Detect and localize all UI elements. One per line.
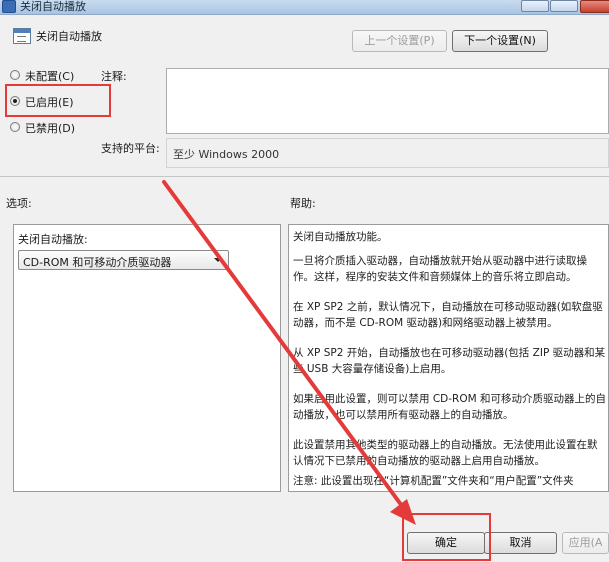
close-button[interactable] bbox=[580, 0, 609, 13]
cancel-button[interactable]: 取消 bbox=[484, 532, 557, 554]
radio-label: 已禁用(D) bbox=[25, 122, 76, 135]
title-bar: 关闭自动播放 bbox=[0, 0, 609, 15]
minimize-button[interactable] bbox=[521, 0, 549, 12]
platform-field: 至少 Windows 2000 bbox=[166, 138, 609, 168]
chevron-down-icon bbox=[214, 258, 222, 262]
help-paragraph: 在 XP SP2 之前，默认情况下，自动播放在可移动驱动器(如软盘驱动器，而不是… bbox=[293, 301, 603, 329]
section-divider bbox=[0, 176, 609, 177]
setting-title: 关闭自动播放 bbox=[36, 30, 102, 43]
options-section-label: 选项: bbox=[6, 197, 32, 210]
platform-label: 支持的平台: bbox=[101, 142, 160, 155]
help-paragraph: 此设置禁用其他类型的驱动器上的自动播放。无法使用此设置在默认情况下已禁用的自动播… bbox=[293, 439, 598, 467]
ok-button[interactable]: 确定 bbox=[407, 532, 485, 554]
policy-icon bbox=[2, 0, 16, 13]
platform-value: 至少 Windows 2000 bbox=[173, 148, 280, 161]
help-paragraph: 从 XP SP2 开始，自动播放也在可移动驱动器(包括 ZIP 驱动器和某些 U… bbox=[293, 347, 606, 375]
help-paragraph: 注意: 此设置出现在“计算机配置”文件夹和“用户配置”文件夹 bbox=[293, 475, 574, 487]
radio-label: 已启用(E) bbox=[25, 96, 74, 109]
help-paragraph: 关闭自动播放功能。 bbox=[293, 231, 388, 243]
help-paragraph: 一旦将介质插入驱动器，自动播放就开始从驱动器中进行读取操作。这样，程序的安装文件… bbox=[293, 255, 587, 283]
comment-textarea[interactable] bbox=[166, 68, 609, 134]
radio-button[interactable] bbox=[10, 70, 20, 80]
options-panel: 关闭自动播放: CD-ROM 和可移动介质驱动器 bbox=[13, 224, 281, 492]
help-paragraph: 如果启用此设置，则可以禁用 CD-ROM 和可移动介质驱动器上的自动播放，也可以… bbox=[293, 393, 606, 421]
next-setting-button[interactable]: 下一个设置(N) bbox=[452, 30, 548, 52]
radio-button[interactable] bbox=[10, 96, 20, 106]
window-title: 关闭自动播放 bbox=[20, 0, 86, 13]
comment-label: 注释: bbox=[101, 70, 127, 83]
drive-type-dropdown[interactable]: CD-ROM 和可移动介质驱动器 bbox=[18, 250, 229, 270]
radio-button[interactable] bbox=[10, 122, 20, 132]
dropdown-value: CD-ROM 和可移动介质驱动器 bbox=[23, 256, 172, 269]
autoplay-option-label: 关闭自动播放: bbox=[18, 233, 88, 246]
prev-setting-button[interactable]: 上一个设置(P) bbox=[352, 30, 447, 52]
help-section-label: 帮助: bbox=[290, 197, 316, 210]
maximize-button[interactable] bbox=[550, 0, 578, 12]
help-panel: 关闭自动播放功能。 一旦将介质插入驱动器，自动播放就开始从驱动器中进行读取操作。… bbox=[288, 224, 609, 492]
setting-icon bbox=[13, 28, 31, 44]
apply-button[interactable]: 应用(A bbox=[562, 532, 609, 554]
radio-label: 未配置(C) bbox=[25, 70, 75, 83]
